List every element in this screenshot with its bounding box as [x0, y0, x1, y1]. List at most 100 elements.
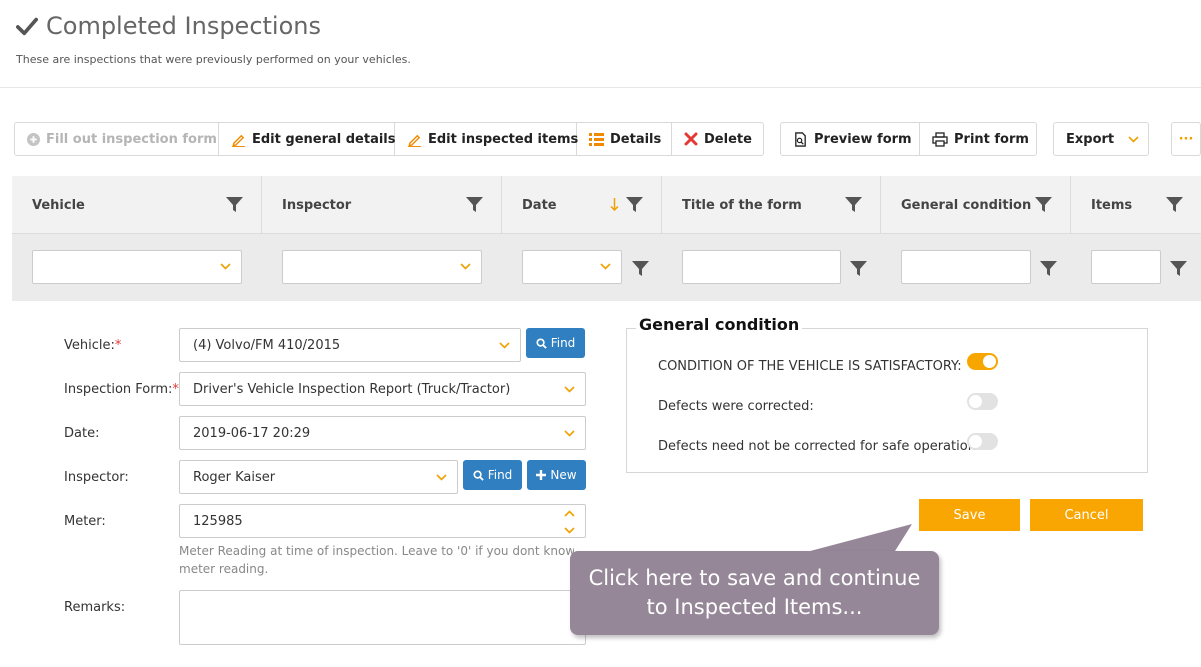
chevron-down-icon — [1128, 135, 1139, 143]
search-icon — [536, 337, 547, 349]
column-header-label: Title of the form — [682, 197, 802, 213]
inspector-select[interactable]: Roger Kaiser — [179, 460, 458, 494]
chevron-down-icon — [436, 474, 447, 481]
filter-icon[interactable] — [1170, 260, 1187, 277]
preview-form-label: Preview form — [814, 131, 912, 147]
sort-down-arrow-icon[interactable] — [610, 198, 619, 211]
page-subtitle: These are inspections that were previous… — [16, 53, 411, 66]
vehicle-value: (4) Volvo/FM 410/2015 — [193, 337, 341, 353]
column-header-inspector[interactable]: Inspector — [262, 176, 502, 234]
more-options-button[interactable]: ··· — [1171, 122, 1201, 156]
tooltip-callout: Click here to save and continue to Inspe… — [570, 551, 939, 635]
vehicle-select[interactable]: (4) Volvo/FM 410/2015 — [179, 328, 521, 362]
fill-out-inspection-button[interactable]: Fill out inspection form — [15, 123, 219, 155]
filter-icon[interactable] — [466, 196, 483, 213]
new-label: New — [550, 468, 577, 482]
filter-icon[interactable] — [626, 196, 643, 213]
chevron-down-icon — [460, 263, 471, 270]
filter-icon[interactable] — [1035, 196, 1052, 213]
column-header-label: Vehicle — [32, 197, 85, 213]
filter-icon[interactable] — [1040, 260, 1057, 277]
column-header-label: Date — [522, 197, 557, 213]
delete-button[interactable]: Delete — [672, 123, 764, 155]
toolbar-form: Preview form Print form — [780, 122, 1037, 156]
find-label: Find — [487, 468, 513, 482]
column-header-general-condition[interactable]: General condition — [881, 176, 1071, 234]
stepper-arrows-icon[interactable] — [564, 509, 575, 535]
edit-general-details-button[interactable]: Edit general details — [219, 123, 396, 155]
column-header-date[interactable]: Date — [502, 176, 662, 234]
required-mark: * — [114, 338, 122, 353]
export-button[interactable]: Export — [1054, 123, 1150, 155]
filter-icon[interactable] — [226, 196, 243, 213]
plus-circle-icon — [27, 132, 40, 146]
inspector-label: Inspector: — [64, 470, 129, 485]
chevron-down-icon — [220, 263, 231, 270]
date-picker[interactable]: 2019-06-17 20:29 — [179, 416, 586, 450]
defects-not-needed-label: Defects need not be corrected for safe o… — [658, 439, 981, 454]
vehicle-find-button[interactable]: Find — [526, 328, 585, 358]
edit-general-details-label: Edit general details — [252, 131, 396, 147]
inspection-form-select[interactable]: Driver's Vehicle Inspection Report (Truc… — [179, 372, 586, 406]
date-filter-select[interactable] — [522, 250, 622, 284]
title-filter-input[interactable] — [682, 250, 841, 284]
defects-corrected-toggle[interactable] — [967, 393, 998, 410]
meter-value: 125985 — [193, 513, 243, 529]
grid-header: Vehicle Inspector Date Title of the form… — [12, 176, 1201, 234]
filter-icon[interactable] — [632, 260, 649, 277]
inspector-filter-select[interactable] — [282, 250, 482, 284]
page-title: Completed Inspections — [46, 12, 321, 40]
pencil-icon — [231, 134, 246, 147]
inspector-value: Roger Kaiser — [193, 469, 276, 485]
chevron-down-icon — [600, 263, 611, 270]
more-options-label: ··· — [1178, 131, 1194, 147]
chevron-down-icon — [564, 430, 575, 437]
date-label: Date: — [64, 426, 100, 441]
search-icon — [473, 469, 484, 481]
defects-not-needed-toggle[interactable] — [967, 433, 998, 450]
column-header-label: Inspector — [282, 197, 352, 213]
remarks-textarea[interactable] — [179, 590, 586, 645]
cancel-button[interactable]: Cancel — [1030, 499, 1143, 531]
column-header-label: Items — [1091, 197, 1133, 213]
print-form-label: Print form — [954, 131, 1029, 147]
export-dropdown[interactable]: Export — [1053, 122, 1149, 156]
condition-satisfactory-toggle[interactable] — [967, 353, 998, 370]
delete-label: Delete — [704, 131, 752, 147]
vehicle-filter-select[interactable] — [32, 250, 242, 284]
remarks-label: Remarks: — [64, 600, 126, 615]
x-icon — [684, 132, 698, 146]
printer-icon — [932, 131, 948, 147]
column-header-items[interactable]: Items — [1071, 176, 1201, 234]
print-form-button[interactable]: Print form — [920, 123, 1037, 155]
pencil-icon — [407, 134, 422, 147]
callout-line-2: to Inspected Items... — [646, 595, 863, 619]
chevron-down-icon — [564, 386, 575, 393]
vehicle-label: Vehicle:* — [64, 338, 122, 353]
column-header-vehicle[interactable]: Vehicle — [12, 176, 262, 234]
defects-corrected-label: Defects were corrected: — [658, 399, 814, 414]
general-condition-filter-input[interactable] — [901, 250, 1031, 284]
edit-inspected-items-button[interactable]: Edit inspected items — [395, 123, 578, 155]
export-label: Export — [1066, 131, 1115, 147]
column-header-label: General condition — [901, 197, 1032, 213]
column-header-title[interactable]: Title of the form — [662, 176, 881, 234]
inspector-find-button[interactable]: Find — [463, 460, 522, 490]
general-condition-title: General condition — [636, 315, 803, 334]
inspection-form-value: Driver's Vehicle Inspection Report (Truc… — [193, 381, 511, 397]
filter-icon[interactable] — [845, 196, 862, 213]
header-divider — [0, 87, 1201, 88]
filter-icon[interactable] — [1166, 196, 1183, 213]
required-mark: * — [172, 382, 179, 397]
items-filter-input[interactable] — [1091, 250, 1161, 284]
save-button[interactable]: Save — [919, 499, 1020, 531]
details-label: Details — [610, 131, 662, 147]
filter-icon[interactable] — [850, 260, 867, 277]
preview-form-button[interactable]: Preview form — [781, 123, 920, 155]
details-button[interactable]: Details — [577, 123, 672, 155]
condition-satisfactory-label: CONDITION OF THE VEHICLE IS SATISFACTORY… — [658, 359, 962, 374]
preview-document-icon — [795, 131, 806, 147]
date-value: 2019-06-17 20:29 — [193, 425, 311, 441]
meter-input[interactable]: 125985 — [179, 504, 586, 538]
inspector-new-button[interactable]: New — [527, 460, 586, 490]
